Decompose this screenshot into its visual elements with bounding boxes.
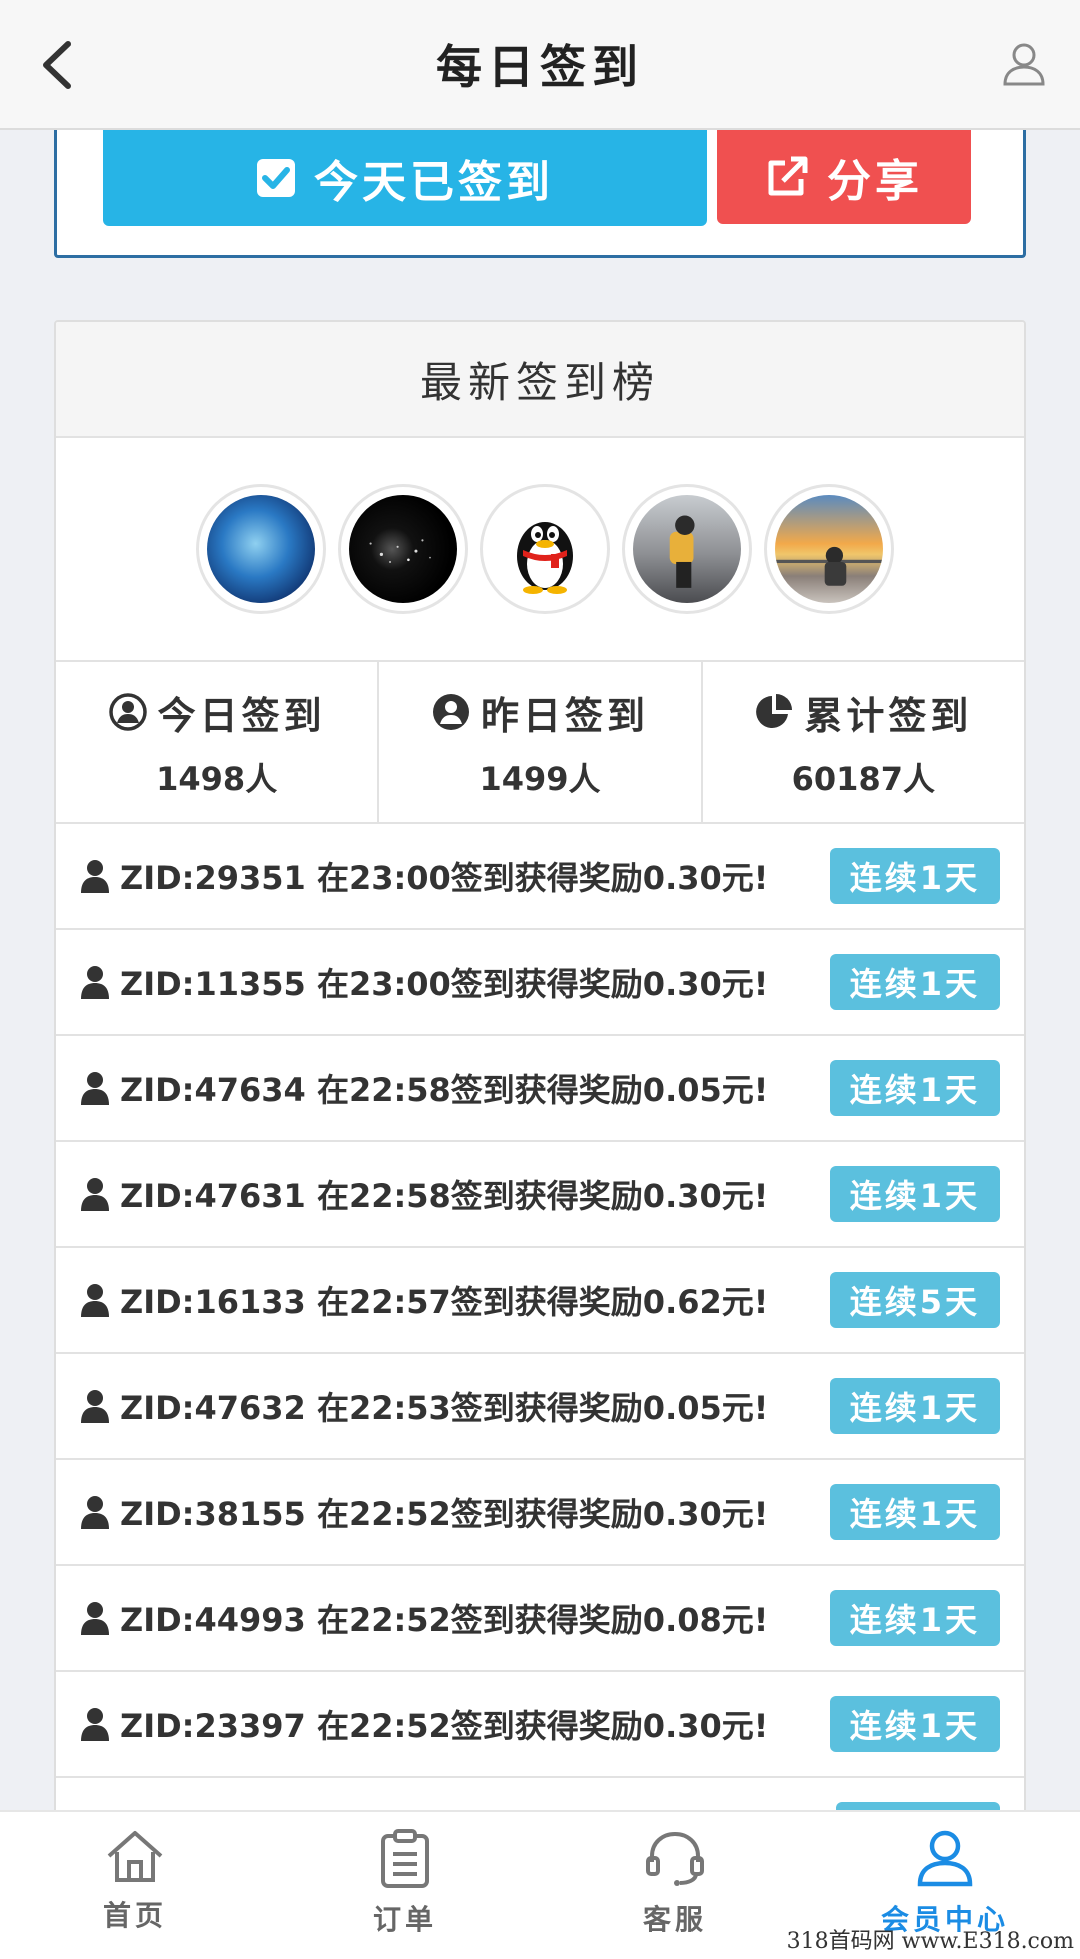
leaderboard-title: 最新签到榜 xyxy=(56,322,1024,438)
sign-in-list: ZID:29351 在23:00签到获得奖励0.30元! 连续1天 ZID:11… xyxy=(56,824,1024,1884)
tab-orders-label: 订单 xyxy=(372,1903,437,1936)
sign-in-stats: 今日签到 1498人 昨日签到 1499人 累计签到 60187人 xyxy=(56,662,1024,824)
stat-yesterday-value: 1499人 xyxy=(479,759,601,798)
streak-badge: 连续1天 xyxy=(829,1166,1000,1222)
user-icon xyxy=(81,860,109,893)
avatar[interactable] xyxy=(764,484,894,614)
list-item: ZID:44993 在22:52签到获得奖励0.08元! 连续1天 xyxy=(56,1566,1024,1672)
pie-chart-icon xyxy=(756,694,793,728)
clipboard-icon xyxy=(381,1829,429,1888)
stat-today-label: 今日签到 xyxy=(157,693,326,738)
list-item: ZID:16133 在22:57签到获得奖励0.62元! 连续5天 xyxy=(56,1248,1024,1354)
sign-in-text: ZID:47632 在22:53签到获得奖励0.05元! xyxy=(120,1389,769,1427)
tab-orders[interactable]: 订单 xyxy=(270,1812,540,1959)
user-icon xyxy=(81,966,109,999)
avatar[interactable] xyxy=(338,484,468,614)
penguin-icon xyxy=(517,522,573,594)
signed-today-button[interactable]: 今天已签到 xyxy=(103,130,707,226)
streak-badge: 连续1天 xyxy=(829,1060,1000,1116)
share-button[interactable]: 分享 xyxy=(717,130,971,224)
list-item: ZID:47631 在22:58签到获得奖励0.30元! 连续1天 xyxy=(56,1142,1024,1248)
top-nav-bar: 每日签到 xyxy=(0,0,1080,130)
sign-in-text: ZID:44993 在22:52签到获得奖励0.08元! xyxy=(120,1601,769,1639)
tab-home-label: 首页 xyxy=(102,1899,167,1932)
streak-badge: 连续1天 xyxy=(829,1484,1000,1540)
headset-icon xyxy=(646,1831,704,1886)
user-profile-icon[interactable] xyxy=(1000,40,1048,88)
watermark: 318首码网 www.E318.com xyxy=(786,1929,1074,1954)
sign-in-text: ZID:47634 在22:58签到获得奖励0.05元! xyxy=(120,1071,769,1109)
streak-badge: 连续1天 xyxy=(829,954,1000,1010)
signed-today-label: 今天已签到 xyxy=(314,157,554,208)
checkbox-checked-icon xyxy=(257,159,295,197)
recent-avatars xyxy=(56,438,1024,662)
sign-in-text: ZID:38155 在22:52签到获得奖励0.30元! xyxy=(120,1495,769,1533)
user-circle-filled-icon xyxy=(432,694,469,730)
user-icon xyxy=(81,1072,109,1105)
tab-support-label: 客服 xyxy=(642,1903,707,1936)
stat-today-value: 1498人 xyxy=(156,759,278,798)
share-label: 分享 xyxy=(827,156,923,207)
sign-in-text: ZID:11355 在23:00签到获得奖励0.30元! xyxy=(120,965,769,1003)
user-icon xyxy=(81,1602,109,1635)
user-circle-icon xyxy=(108,693,147,731)
sign-in-text: ZID:29351 在23:00签到获得奖励0.30元! xyxy=(120,859,769,897)
leaderboard-panel: 最新签到榜 今日签到 1498人 昨日签到 1499人 累计签到 60187人 … xyxy=(54,320,1026,1959)
avatar[interactable] xyxy=(196,484,326,614)
user-icon xyxy=(81,1708,109,1741)
external-link-icon xyxy=(768,156,808,196)
sign-in-text: ZID:23397 在22:52签到获得奖励0.30元! xyxy=(120,1707,769,1745)
avatar[interactable] xyxy=(480,484,610,614)
list-item: ZID:38155 在22:52签到获得奖励0.30元! 连续1天 xyxy=(56,1460,1024,1566)
list-item: ZID:29351 在23:00签到获得奖励0.30元! 连续1天 xyxy=(56,824,1024,930)
sign-in-text: ZID:16133 在22:57签到获得奖励0.62元! xyxy=(120,1283,769,1321)
stat-total: 累计签到 60187人 xyxy=(703,662,1024,822)
avatar[interactable] xyxy=(622,484,752,614)
stat-total-value: 60187人 xyxy=(791,759,935,798)
list-item: ZID:47632 在22:53签到获得奖励0.05元! 连续1天 xyxy=(56,1354,1024,1460)
streak-badge: 连续1天 xyxy=(829,1378,1000,1434)
stat-yesterday: 昨日签到 1499人 xyxy=(379,662,703,822)
list-item: ZID:23397 在22:52签到获得奖励0.30元! 连续1天 xyxy=(56,1672,1024,1778)
stat-yesterday-label: 昨日签到 xyxy=(480,693,649,738)
sign-in-text: ZID:47631 在22:58签到获得奖励0.30元! xyxy=(120,1177,769,1215)
user-icon xyxy=(81,1284,109,1317)
tab-home[interactable]: 首页 xyxy=(0,1812,270,1959)
user-icon xyxy=(81,1390,109,1423)
stat-total-label: 累计签到 xyxy=(804,693,973,738)
streak-badge: 连续1天 xyxy=(829,1590,1000,1646)
sign-in-card: 今天已签到 分享 xyxy=(54,130,1026,258)
back-arrow-icon[interactable] xyxy=(36,38,76,92)
page-title: 每日签到 xyxy=(436,40,644,94)
user-icon xyxy=(81,1178,109,1211)
tab-support[interactable]: 客服 xyxy=(540,1812,810,1959)
user-icon xyxy=(81,1496,109,1529)
home-icon xyxy=(107,1831,163,1882)
streak-badge: 连续5天 xyxy=(829,1272,1000,1328)
list-item: ZID:11355 在23:00签到获得奖励0.30元! 连续1天 xyxy=(56,930,1024,1036)
streak-badge: 连续1天 xyxy=(829,1696,1000,1752)
streak-badge: 连续1天 xyxy=(829,848,1000,904)
list-item: ZID:47634 在22:58签到获得奖励0.05元! 连续1天 xyxy=(56,1036,1024,1142)
user-icon xyxy=(917,1830,973,1887)
stat-today: 今日签到 1498人 xyxy=(56,662,380,822)
